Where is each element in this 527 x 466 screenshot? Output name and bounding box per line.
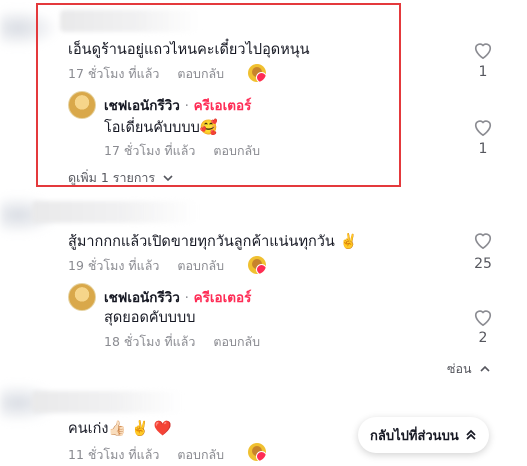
reply-meta: 18 ชั่วโมง ที่แล้ว ตอบกลับ <box>104 332 260 352</box>
double-chevron-up-icon <box>466 429 476 440</box>
like-count: 2 <box>478 330 488 346</box>
comment-time: 19 ชั่วโมง ที่แล้ว <box>68 258 160 273</box>
comment-time: 11 ชั่วโมง ที่แล้ว <box>68 447 160 462</box>
back-to-top-button[interactable]: กลับไปที่ส่วนบน <box>358 417 489 453</box>
creator-badge: ครีเอเตอร์ <box>193 290 252 306</box>
creator-liked-avatar <box>248 443 266 461</box>
reply-author[interactable]: เชฟเอนักรีวิว · ครีเอเตอร์ <box>104 286 251 308</box>
like-count: 1 <box>478 64 488 80</box>
chevron-up-icon <box>479 365 490 372</box>
creator-liked-avatar <box>248 256 266 274</box>
comment-text: สู้มากกกแล้วเปิดขายทุกวันลูกค้าแน่นทุกวั… <box>68 234 358 250</box>
heart-icon[interactable] <box>472 40 494 60</box>
heart-icon[interactable] <box>472 307 494 327</box>
comment-meta: 11 ชั่วโมง ที่แล้ว ตอบกลับ <box>68 445 224 465</box>
like-count: 25 <box>474 256 492 272</box>
comment-meta: 19 ชั่วโมง ที่แล้ว ตอบกลับ <box>68 256 224 276</box>
reply-button[interactable]: ตอบกลับ <box>177 258 224 273</box>
comment-author-blurred <box>32 391 182 413</box>
avatar[interactable] <box>68 283 96 311</box>
highlight-box <box>36 3 401 187</box>
heart-icon[interactable] <box>472 117 494 137</box>
comment-text: คนเก่ง👍🏻 ✌️ ❤️ <box>68 421 172 437</box>
reply-button[interactable]: ตอบกลับ <box>213 334 260 349</box>
like-count: 1 <box>478 141 488 157</box>
reply-time: 18 ชั่วโมง ที่แล้ว <box>104 334 196 349</box>
comment-author-blurred <box>32 201 197 223</box>
reply-button[interactable]: ตอบกลับ <box>177 447 224 462</box>
hide-replies[interactable]: ซ่อน <box>447 359 490 379</box>
reply-text: สุดยอดคับบบบ <box>104 310 196 326</box>
heart-icon[interactable] <box>472 230 494 250</box>
